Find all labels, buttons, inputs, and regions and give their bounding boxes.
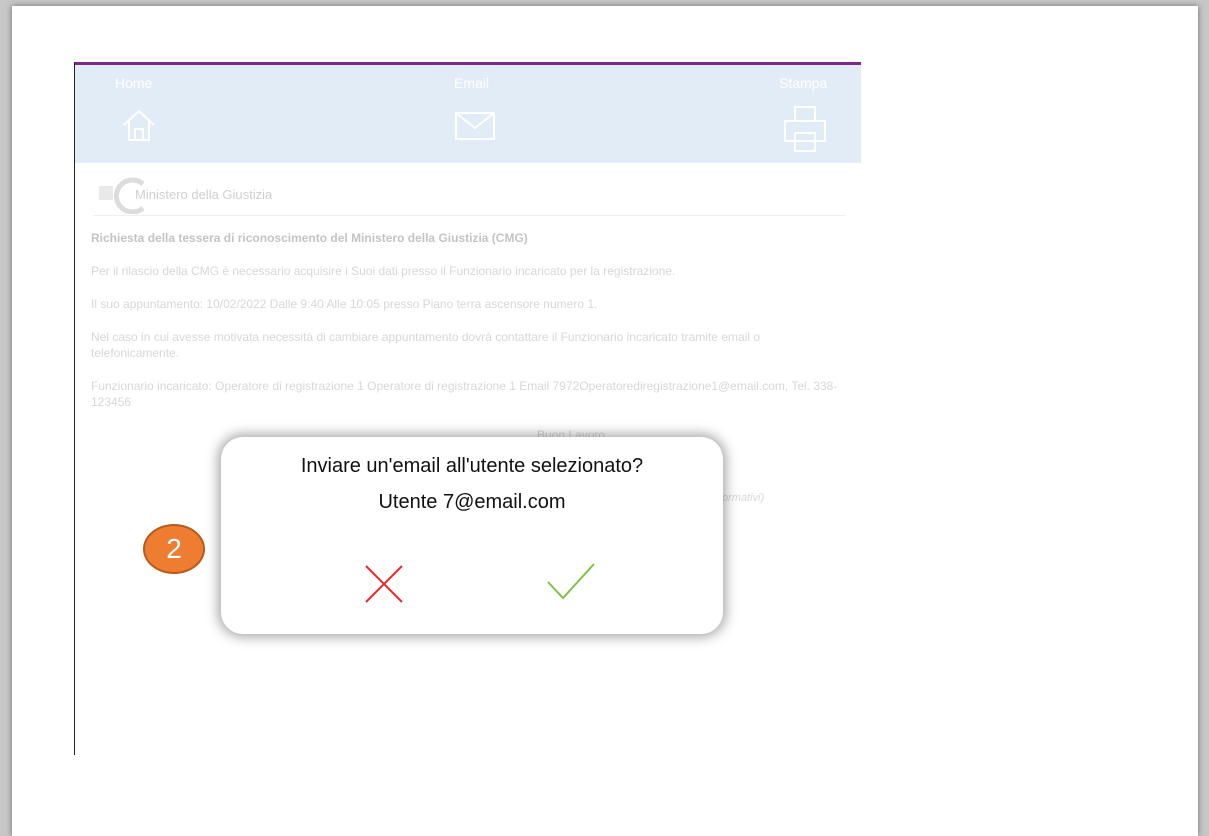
document-title: Richiesta della tessera di riconosciment… — [91, 231, 528, 245]
top-navbar: Home Email Stampa — [75, 62, 861, 163]
ministry-logo: Ministero della Giustizia — [93, 174, 313, 214]
dialog-question: Inviare un'email all'utente selezionato? — [300, 455, 644, 477]
cancel-button[interactable] — [362, 562, 406, 606]
nav-print[interactable]: Stampa — [735, 65, 861, 160]
document-paragraph: Nel caso in cui avesse motivata necessit… — [91, 330, 760, 360]
step-number: 2 — [166, 533, 182, 564]
contact-paragraph: Funzionario incaricato: Operatore di reg… — [91, 379, 838, 409]
confirm-button[interactable] — [546, 562, 596, 602]
close-icon — [365, 565, 403, 603]
document-paragraph: Per il rilascio della CMG è necessario a… — [91, 264, 676, 278]
step-badge: 2 — [143, 524, 205, 574]
ministry-logo-text: Ministero della Giustizia — [135, 187, 273, 202]
nav-home-label: Home — [115, 75, 153, 91]
nav-email-label: Email — [454, 75, 490, 91]
dialog-user-email: Utente 7@email.com — [378, 491, 566, 513]
printer-icon — [784, 106, 826, 152]
note-text: ormativi) — [722, 492, 765, 504]
envelope-icon — [455, 112, 495, 140]
nav-home[interactable]: Home — [75, 65, 225, 160]
nav-email[interactable]: Email — [415, 65, 555, 160]
header-divider — [93, 215, 845, 216]
appointment-paragraph: Il suo appuntamento: 10/02/2022 Dalle 9:… — [91, 297, 598, 311]
home-icon — [123, 109, 155, 141]
confirm-email-dialog: Inviare un'email all'utente selezionato?… — [221, 437, 723, 634]
page-sheet: Home Email Stampa Ministero della Giusti… — [12, 6, 1198, 836]
nav-print-label: Stampa — [779, 75, 828, 91]
check-icon — [547, 563, 595, 600]
app-window: Home Email Stampa Ministero della Giusti… — [74, 62, 861, 755]
